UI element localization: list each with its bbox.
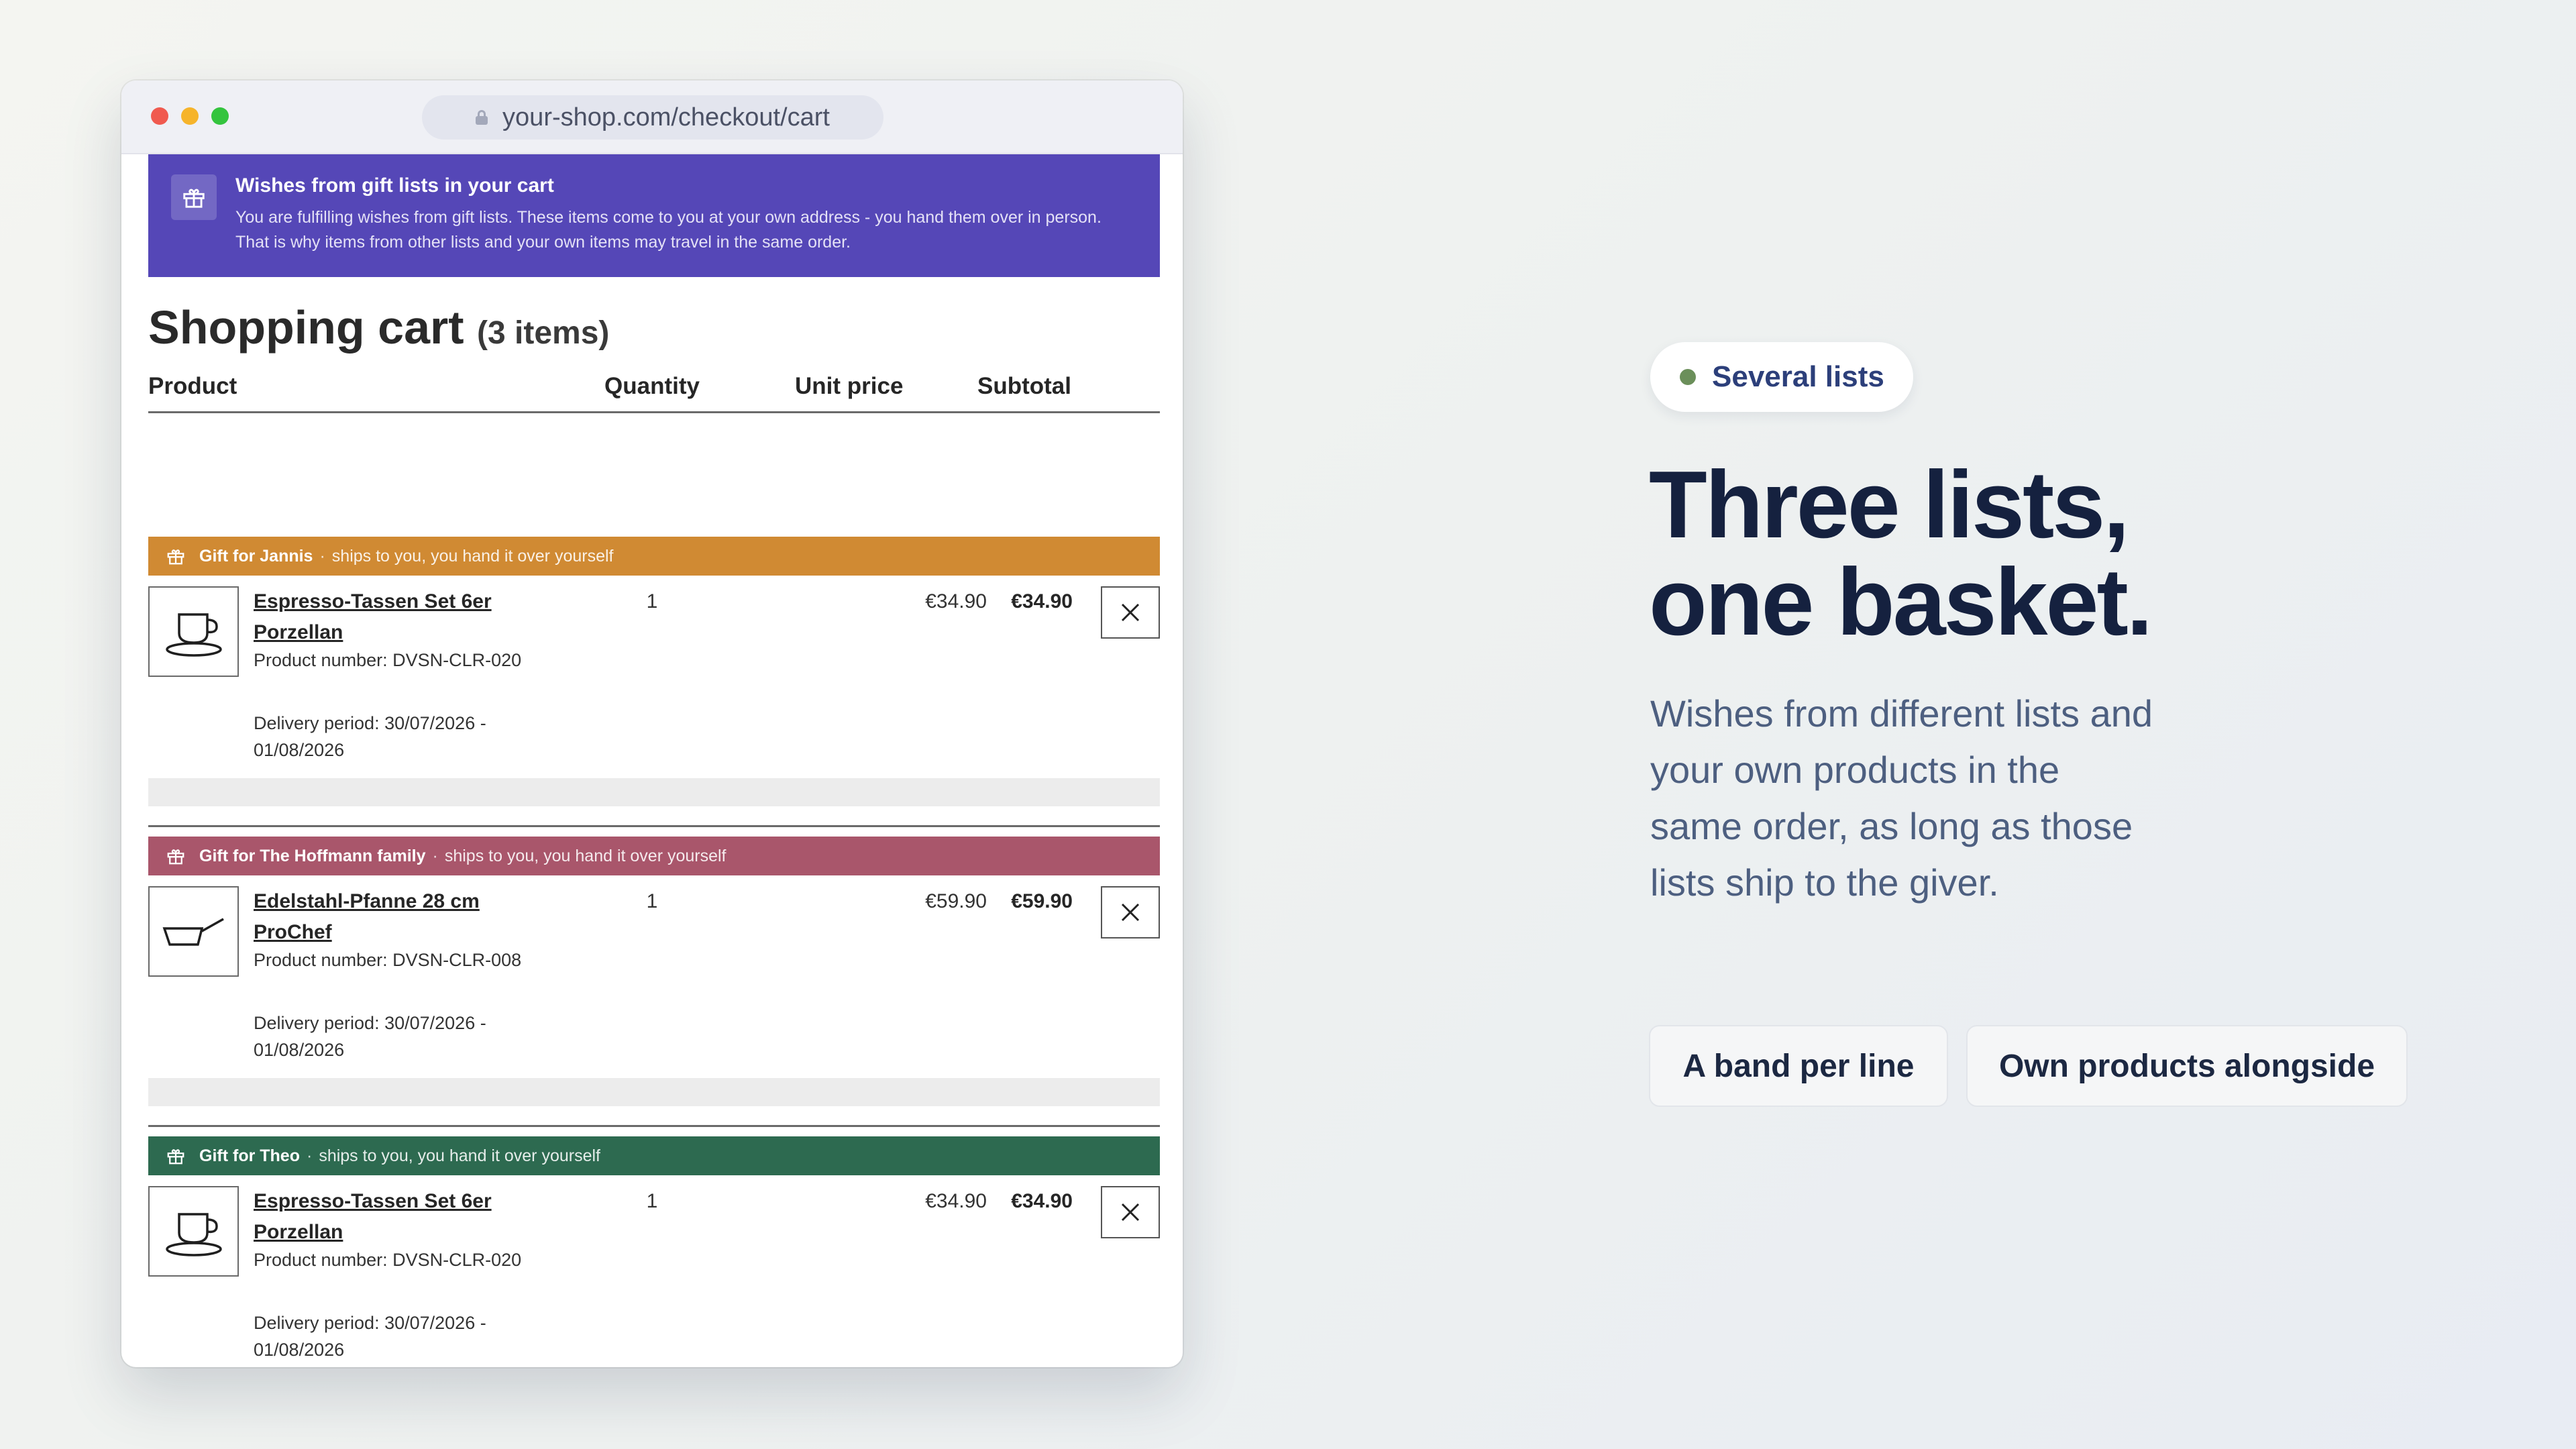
product-number: Product number: DVSN-CLR-020 bbox=[254, 1250, 522, 1270]
topic-pill-label: Several lists bbox=[1712, 360, 1884, 393]
browser-window: your-shop.com/checkout/cart Wishes from … bbox=[121, 80, 1183, 1367]
product-name-link[interactable]: Edelstahl-Pfanne 28 cm ProChef bbox=[254, 886, 535, 948]
product-thumbnail[interactable] bbox=[148, 1186, 239, 1277]
product-thumbnail[interactable] bbox=[148, 886, 239, 977]
product-number: Product number: DVSN-CLR-008 bbox=[254, 950, 522, 970]
quantity-value: 1 bbox=[646, 1190, 658, 1212]
gift-list-band: Gift for The Hoffmann family · ships to … bbox=[148, 837, 1160, 875]
gift-list-band: Gift for Theo · ships to you, you hand i… bbox=[148, 1136, 1160, 1175]
product-number: Product number: DVSN-CLR-020 bbox=[254, 650, 522, 670]
page-title: Shopping cart (3 items) bbox=[148, 301, 609, 354]
band-recipient: Gift for The Hoffmann family bbox=[199, 846, 426, 865]
minimize-window-button[interactable] bbox=[181, 107, 199, 125]
band-separator: · bbox=[432, 846, 438, 865]
column-header-subtotal: Subtotal bbox=[977, 373, 1071, 399]
close-icon bbox=[1121, 1203, 1140, 1222]
cart-title-text: Shopping cart bbox=[148, 301, 464, 354]
headline-line-2: one basket. bbox=[1649, 549, 2153, 655]
url-text: your-shop.com/checkout/cart bbox=[502, 103, 830, 131]
gift-icon bbox=[166, 1146, 186, 1166]
gift-icon bbox=[166, 546, 186, 566]
pan-icon bbox=[162, 917, 224, 946]
product-name-link[interactable]: Espresso-Tassen Set 6er Porzellan bbox=[254, 586, 535, 648]
remove-item-button[interactable] bbox=[1101, 586, 1160, 639]
product-name-link[interactable]: Espresso-Tassen Set 6er Porzellan bbox=[254, 1186, 535, 1248]
headline-line-1: Three lists, bbox=[1649, 451, 2130, 558]
line-subtotal: €59.90 bbox=[1011, 890, 1073, 912]
banner-title: Wishes from gift lists in your cart bbox=[235, 174, 554, 197]
band-note: ships to you, you hand it over yourself bbox=[331, 546, 614, 566]
close-window-button[interactable] bbox=[151, 107, 168, 125]
delivery-period: Delivery period: 30/07/2026 - 01/08/2026 bbox=[254, 713, 486, 760]
cup-icon bbox=[165, 612, 222, 657]
maximize-window-button[interactable] bbox=[211, 107, 229, 125]
gift-list-band: Gift for Jannis · ships to you, you hand… bbox=[148, 537, 1160, 576]
address-bar[interactable]: your-shop.com/checkout/cart bbox=[422, 95, 883, 140]
column-header-product: Product bbox=[148, 373, 237, 399]
banner-text: You are fulfilling wishes from gift list… bbox=[235, 208, 1102, 252]
item-spacer bbox=[148, 1078, 1160, 1106]
column-header-quantity: Quantity bbox=[604, 373, 700, 399]
item-spacer bbox=[148, 778, 1160, 806]
gift-icon bbox=[166, 846, 186, 866]
close-icon bbox=[1121, 603, 1140, 622]
promo-description: Wishes from different lists and your own… bbox=[1650, 692, 2153, 904]
close-icon bbox=[1121, 903, 1140, 922]
band-recipient: Gift for Jannis bbox=[199, 546, 313, 566]
line-subtotal: €34.90 bbox=[1011, 1190, 1073, 1212]
cart-table-header: Product Quantity Unit price Subtotal bbox=[148, 366, 1160, 413]
feature-chip-own-products: Own products alongside bbox=[1966, 1025, 2408, 1107]
topic-pill: Several lists bbox=[1650, 342, 1913, 412]
band-note: ships to you, you hand it over yourself bbox=[444, 846, 727, 865]
item-divider bbox=[148, 825, 1160, 827]
column-header-unit-price: Unit price bbox=[795, 373, 904, 399]
delivery-period: Delivery period: 30/07/2026 - 01/08/2026 bbox=[254, 1313, 486, 1360]
gift-icon bbox=[171, 174, 217, 220]
quantity-value: 1 bbox=[646, 890, 658, 912]
headline: Three lists, one basket. bbox=[1649, 456, 2387, 651]
status-dot bbox=[1680, 369, 1696, 385]
remove-item-button[interactable] bbox=[1101, 1186, 1160, 1238]
band-separator: · bbox=[319, 546, 325, 566]
line-subtotal: €34.90 bbox=[1011, 590, 1073, 612]
cup-icon bbox=[165, 1212, 222, 1256]
lock-icon bbox=[476, 110, 488, 125]
delivery-period: Delivery period: 30/07/2026 - 01/08/2026 bbox=[254, 1013, 486, 1060]
cart-item-count: (3 items) bbox=[477, 315, 610, 351]
product-thumbnail[interactable] bbox=[148, 586, 239, 677]
browser-titlebar: your-shop.com/checkout/cart bbox=[121, 80, 1183, 154]
band-recipient: Gift for Theo bbox=[199, 1146, 300, 1165]
gift-list-banner: Wishes from gift lists in your cart You … bbox=[148, 154, 1160, 277]
band-note: ships to you, you hand it over yourself bbox=[319, 1146, 600, 1165]
quantity-value: 1 bbox=[646, 590, 658, 612]
band-separator: · bbox=[306, 1146, 313, 1165]
feature-chip-band-per-line: A band per line bbox=[1649, 1025, 1948, 1107]
item-divider bbox=[148, 1125, 1160, 1127]
remove-item-button[interactable] bbox=[1101, 886, 1160, 938]
